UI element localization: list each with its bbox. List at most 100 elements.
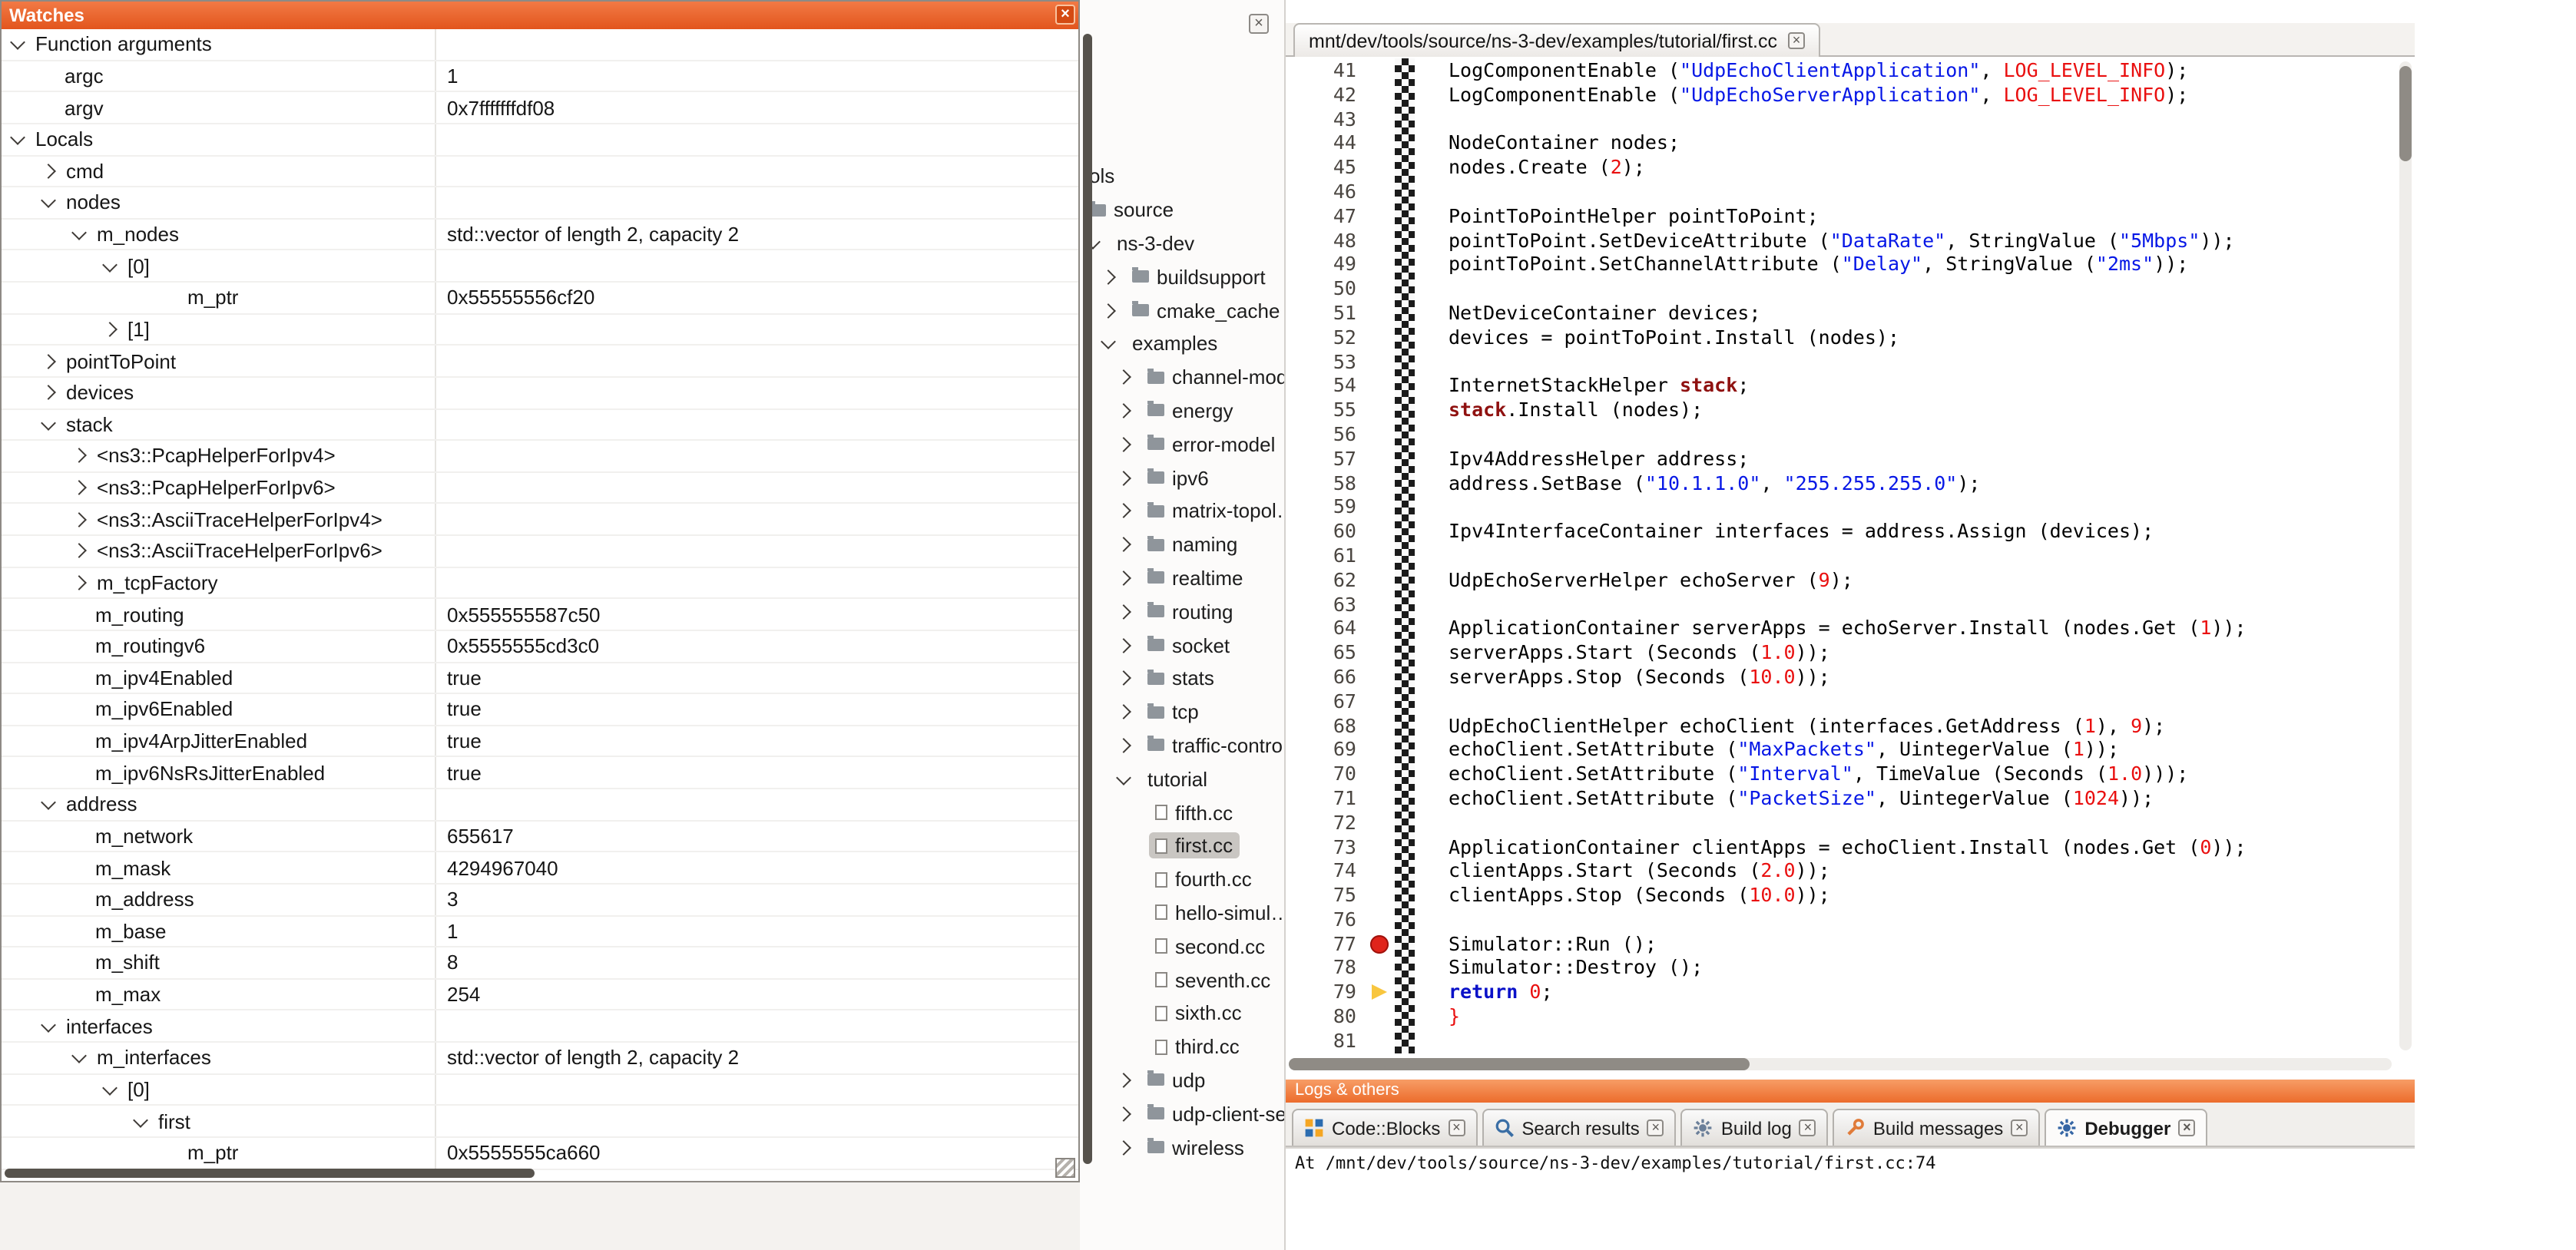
close-icon[interactable]: ×: [2178, 1119, 2195, 1136]
tree-item-label-wrap[interactable]: traffic-contro…: [1141, 732, 1284, 759]
tree-item-label-wrap[interactable]: tcp: [1141, 699, 1205, 725]
tree-item[interactable]: tutorial: [1080, 762, 1284, 796]
expand-icon[interactable]: [1116, 403, 1131, 418]
marker-cell[interactable]: [1367, 931, 1395, 956]
tree-item[interactable]: fourth.cc: [1080, 862, 1284, 896]
resize-grip-icon[interactable]: [1055, 1158, 1075, 1178]
tree-item[interactable]: matrix-topol…: [1080, 494, 1284, 528]
code-line[interactable]: [1449, 544, 2415, 568]
expand-icon[interactable]: [1116, 504, 1131, 519]
log-tab-code-blocks[interactable]: Code::Blocks×: [1292, 1109, 1477, 1146]
tree-item-label-wrap[interactable]: cmake_cache: [1126, 297, 1284, 323]
marker-cell[interactable]: [1367, 883, 1395, 908]
expand-icon[interactable]: [1116, 537, 1131, 552]
collapse-icon[interactable]: [10, 130, 25, 145]
tree-item-label-wrap[interactable]: naming: [1141, 531, 1243, 557]
marker-cell[interactable]: [1367, 567, 1395, 592]
watch-row[interactable]: m_address3: [2, 885, 1078, 916]
tree-item-label-wrap[interactable]: examples: [1126, 331, 1223, 357]
tree-item-label-wrap[interactable]: sixth.cc: [1149, 1000, 1248, 1027]
watch-row[interactable]: [0]: [2, 1074, 1078, 1106]
tree-item-label-wrap[interactable]: routing: [1141, 599, 1240, 625]
watch-row[interactable]: devices: [2, 378, 1078, 409]
watch-row[interactable]: m_base1: [2, 916, 1078, 947]
expand-icon[interactable]: [41, 353, 56, 369]
tree-item[interactable]: udp-client-ser…: [1080, 1097, 1284, 1131]
tree-item-label-wrap[interactable]: third.cc: [1149, 1033, 1246, 1060]
marker-cell[interactable]: [1367, 1004, 1395, 1029]
marker-cell[interactable]: [1367, 422, 1395, 447]
log-tab-search-results[interactable]: Search results×: [1482, 1109, 1676, 1146]
code-line[interactable]: LogComponentEnable ("UdpEchoClientApplic…: [1449, 58, 2415, 83]
expand-icon[interactable]: [1116, 1106, 1131, 1122]
watch-row[interactable]: m_ptr0x5555555ca660: [2, 1138, 1078, 1169]
code-line[interactable]: address.SetBase ("10.1.1.0", "255.255.25…: [1449, 471, 2415, 495]
watch-row[interactable]: <ns3::AsciiTraceHelperForIpv4>: [2, 504, 1078, 536]
close-icon[interactable]: ×: [1788, 32, 1805, 49]
marker-cell[interactable]: [1367, 980, 1395, 1005]
collapse-icon[interactable]: [102, 256, 118, 272]
tree-item-label-wrap[interactable]: fifth.cc: [1149, 799, 1239, 825]
marker-cell[interactable]: [1367, 810, 1395, 835]
marker-cell[interactable]: [1367, 713, 1395, 738]
tree-item-label-wrap[interactable]: udp: [1141, 1067, 1211, 1093]
tree-item[interactable]: source: [1080, 193, 1284, 227]
watch-row[interactable]: first: [2, 1106, 1078, 1138]
code-line[interactable]: NodeContainer nodes;: [1449, 131, 2415, 156]
tree-item[interactable]: udp: [1080, 1063, 1284, 1097]
watch-row[interactable]: m_ipv4Enabledtrue: [2, 663, 1078, 694]
code-line[interactable]: Simulator::Destroy ();: [1449, 956, 2415, 980]
code-line[interactable]: Ipv4InterfaceContainer interfaces = addr…: [1449, 519, 2415, 544]
editor-horizontal-scrollbar[interactable]: [1289, 1058, 2392, 1070]
code-lines[interactable]: LogComponentEnable ("UdpEchoClientApplic…: [1415, 58, 2415, 1053]
marker-cell[interactable]: [1367, 689, 1395, 713]
watch-row[interactable]: nodes: [2, 187, 1078, 219]
marker-cell[interactable]: [1367, 471, 1395, 495]
marker-cell[interactable]: [1367, 204, 1395, 229]
tree-item-label-wrap[interactable]: ipv6: [1141, 465, 1215, 491]
log-tab-debugger[interactable]: Debugger×: [2045, 1109, 2207, 1146]
collapse-icon[interactable]: [133, 1112, 148, 1127]
marker-cell[interactable]: [1367, 155, 1395, 180]
tree-item[interactable]: naming: [1080, 528, 1284, 562]
editor-vertical-scrollbar[interactable]: [2399, 61, 2412, 1050]
watch-row[interactable]: cmd: [2, 156, 1078, 187]
marker-cell[interactable]: [1367, 253, 1395, 277]
tree-item-label-wrap[interactable]: channel-mod…: [1141, 364, 1284, 390]
watch-row[interactable]: m_ipv4ArpJitterEnabledtrue: [2, 726, 1078, 758]
expand-icon[interactable]: [1116, 1073, 1131, 1088]
collapse-icon[interactable]: [10, 35, 25, 51]
marker-cell[interactable]: [1367, 228, 1395, 253]
watch-row[interactable]: m_interfacesstd::vector of length 2, cap…: [2, 1043, 1078, 1074]
watch-row[interactable]: m_routing0x555555587c50: [2, 600, 1078, 631]
collapse-icon[interactable]: [41, 193, 56, 209]
tree-item[interactable]: third.cc: [1080, 1030, 1284, 1063]
marker-cell[interactable]: [1367, 58, 1395, 83]
code-line[interactable]: stack.Install (nodes);: [1449, 398, 2415, 422]
tree-item-label-wrap[interactable]: fourth.cc: [1149, 866, 1258, 892]
logs-pane-caption[interactable]: Logs & others: [1286, 1080, 2415, 1103]
tree-item[interactable]: channel-mod…: [1080, 361, 1284, 395]
expand-icon[interactable]: [102, 322, 118, 337]
code-line[interactable]: serverApps.Start (Seconds (1.0));: [1449, 640, 2415, 665]
tree-item[interactable]: tcp: [1080, 696, 1284, 729]
tree-item[interactable]: fifth.cc: [1080, 795, 1284, 829]
marker-cell[interactable]: [1367, 326, 1395, 350]
expand-icon[interactable]: [1116, 570, 1131, 586]
code-line[interactable]: LogComponentEnable ("UdpEchoServerApplic…: [1449, 83, 2415, 107]
log-tab-build-messages[interactable]: Build messages×: [1833, 1109, 2040, 1146]
code-line[interactable]: return 0;: [1449, 980, 2415, 1005]
close-icon[interactable]: ×: [1647, 1119, 1664, 1136]
watch-row[interactable]: argv0x7fffffffdf08: [2, 93, 1078, 124]
watches-horizontal-scrollbar[interactable]: [5, 1169, 535, 1178]
expand-icon[interactable]: [1101, 270, 1116, 285]
watch-row[interactable]: m_ipv6NsRsJitterEnabledtrue: [2, 758, 1078, 789]
marker-cell[interactable]: [1367, 786, 1395, 811]
collapse-icon[interactable]: [41, 415, 56, 431]
tree-item[interactable]: stats: [1080, 662, 1284, 696]
code-line[interactable]: Ipv4AddressHelper address;: [1449, 447, 2415, 471]
tree-item[interactable]: traffic-contro…: [1080, 729, 1284, 762]
code-line[interactable]: [1449, 1029, 2415, 1053]
collapse-icon[interactable]: [41, 1017, 56, 1032]
marker-cell[interactable]: [1367, 956, 1395, 980]
